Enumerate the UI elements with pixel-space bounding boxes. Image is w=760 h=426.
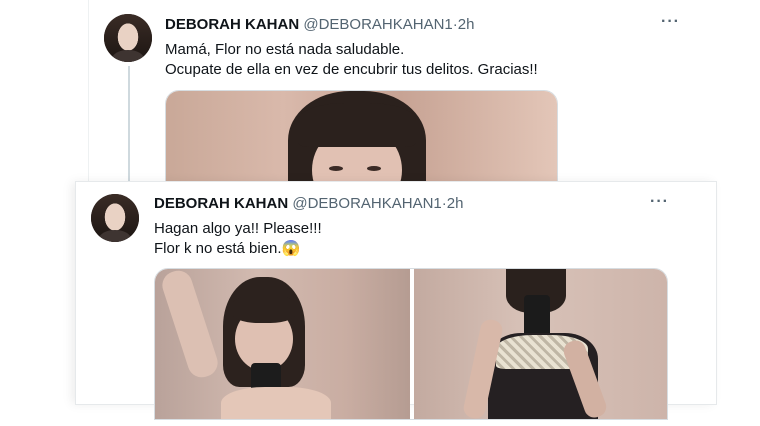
photo-eye-shape bbox=[367, 166, 381, 171]
tweet-text-line-2: Ocupate de ella en vez de encubrir tus d… bbox=[165, 61, 538, 78]
avatar[interactable] bbox=[91, 194, 139, 242]
photo-bangs-shape bbox=[231, 295, 297, 323]
tweet-card-2[interactable]: DEBORAH KAHAN @DEBORAHKAHAN1·2h ··· Haga… bbox=[76, 182, 716, 420]
more-options-icon[interactable]: ··· bbox=[661, 13, 680, 31]
tweet-header: DEBORAH KAHAN @DEBORAHKAHAN1·2h bbox=[154, 195, 463, 212]
author-name[interactable]: DEBORAH KAHAN bbox=[154, 195, 288, 212]
tweet-time[interactable]: 2h bbox=[447, 195, 464, 212]
tweet-header: DEBORAH KAHAN @DEBORAHKAHAN1·2h bbox=[165, 16, 474, 33]
photo-arm-shape bbox=[158, 269, 222, 381]
photo-eye-shape bbox=[329, 166, 343, 171]
tweet-card-1[interactable]: DEBORAH KAHAN @DEBORAHKAHAN1·2h ··· Mamá… bbox=[88, 0, 701, 202]
photo-shoulder-shape bbox=[221, 387, 331, 419]
tweet-text-line-1: Hagan algo ya!! Please!!! bbox=[154, 220, 322, 237]
tweet-text-line-1: Mamá, Flor no está nada saludable. bbox=[165, 41, 405, 58]
tweet-media-grid bbox=[154, 268, 668, 420]
author-name[interactable]: DEBORAH KAHAN bbox=[165, 16, 299, 33]
tweet-text: Flor k no está bien. bbox=[154, 240, 282, 257]
author-handle[interactable]: @DEBORAHKAHAN1 bbox=[292, 195, 441, 212]
scream-emoji: 😱 bbox=[281, 240, 301, 257]
avatar[interactable] bbox=[104, 14, 152, 62]
photo-bangs-shape bbox=[298, 103, 416, 147]
tweet-time[interactable]: 2h bbox=[458, 16, 475, 33]
author-handle[interactable]: @DEBORAHKAHAN1 bbox=[303, 16, 452, 33]
thread-connector-line bbox=[128, 66, 130, 184]
media-photo-1[interactable] bbox=[155, 269, 410, 419]
more-options-icon[interactable]: ··· bbox=[650, 193, 669, 211]
tweet-text-line-2: Flor k no está bien.😱 bbox=[154, 239, 300, 259]
media-photo-2[interactable] bbox=[414, 269, 667, 419]
